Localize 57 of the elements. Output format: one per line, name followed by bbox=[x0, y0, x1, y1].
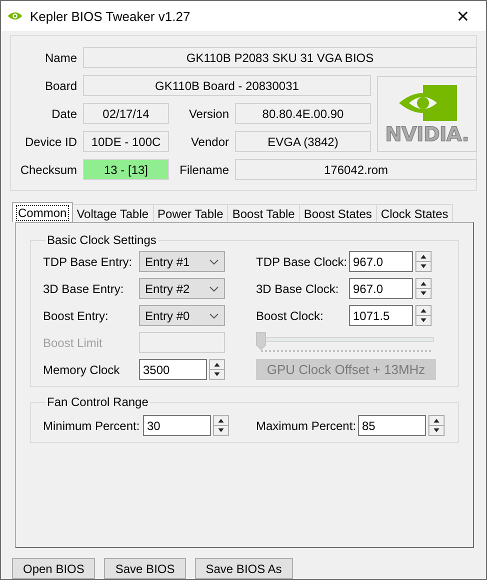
window-title: Kepler BIOS Tweaker v1.27 bbox=[30, 8, 192, 24]
number-field[interactable]: 1071.5 bbox=[349, 305, 413, 326]
number-field[interactable]: 3500 bbox=[139, 359, 207, 380]
tab[interactable]: Common bbox=[12, 202, 73, 222]
field-label: Filename bbox=[178, 162, 229, 176]
dropdown[interactable]: Entry #0 bbox=[139, 305, 225, 326]
field-label: Version bbox=[188, 106, 229, 120]
field-label: Vendor bbox=[190, 134, 229, 148]
action-button[interactable]: Save BIOS bbox=[104, 558, 186, 579]
number-field[interactable]: 967.0 bbox=[349, 251, 413, 272]
field-label: Name bbox=[44, 50, 77, 64]
eye-logo-icon bbox=[7, 11, 23, 21]
field-label: 3D Base Clock: bbox=[256, 282, 340, 296]
field-label: Memory Clock bbox=[43, 362, 121, 376]
chevron-down-icon bbox=[209, 286, 219, 292]
field-label: TDP Base Entry: bbox=[43, 254, 134, 268]
number-field[interactable]: 85 bbox=[358, 415, 426, 436]
chevron-down-icon bbox=[209, 312, 219, 318]
slider[interactable] bbox=[256, 332, 436, 352]
info-field: 80.80.4E.00.90 bbox=[235, 103, 371, 124]
close-button[interactable]: ✕ bbox=[440, 1, 486, 31]
dropdown[interactable]: Entry #2 bbox=[139, 278, 225, 299]
group-title: Basic Clock Settings bbox=[47, 233, 156, 247]
chevron-down-icon bbox=[209, 258, 219, 264]
field-label: Boost Entry: bbox=[43, 308, 110, 322]
info-field: GK110B Board - 20830031 bbox=[83, 75, 371, 96]
field-label: 3D Base Entry: bbox=[43, 282, 125, 296]
spinner-icon[interactable] bbox=[428, 415, 445, 436]
spinner-icon[interactable] bbox=[415, 278, 432, 299]
spinner-icon[interactable] bbox=[415, 251, 432, 272]
group-title: Fan Control Range bbox=[47, 395, 148, 409]
spinner-icon[interactable] bbox=[209, 359, 225, 380]
field-label: Maximum Percent: bbox=[256, 418, 358, 432]
field-label: Date bbox=[50, 106, 77, 120]
info-field: EVGA (3842) bbox=[235, 131, 371, 152]
field-label: Checksum bbox=[19, 162, 77, 176]
action-button[interactable]: Save BIOS As bbox=[194, 558, 293, 579]
tab[interactable]: Voltage Table bbox=[72, 204, 154, 222]
number-field[interactable]: 967.0 bbox=[349, 278, 413, 299]
action-button[interactable]: Open BIOS bbox=[12, 558, 96, 579]
info-field: 10DE - 100C bbox=[83, 131, 169, 152]
field-label: Board bbox=[44, 78, 77, 92]
field-label: TDP Base Clock: bbox=[256, 254, 348, 268]
logo-text: NVIDIA. bbox=[385, 124, 469, 144]
info-field: 02/17/14 bbox=[83, 103, 169, 124]
field-label: Boost Limit bbox=[43, 336, 104, 350]
number-field[interactable]: 30 bbox=[143, 415, 211, 436]
field-label: Device ID bbox=[24, 134, 77, 148]
field-label: Boost Clock: bbox=[256, 308, 324, 322]
spinner-icon[interactable] bbox=[415, 305, 432, 326]
spinner-icon[interactable] bbox=[213, 415, 229, 436]
info-field: 176042.rom bbox=[235, 159, 477, 180]
info-field: GK110B P2083 SKU 31 VGA BIOS bbox=[83, 47, 477, 68]
checksum-field: 13 - [13] bbox=[83, 159, 169, 180]
dropdown[interactable]: Entry #1 bbox=[139, 251, 225, 272]
field-label: Minimum Percent: bbox=[43, 418, 141, 432]
tab[interactable]: Clock States bbox=[376, 204, 454, 222]
